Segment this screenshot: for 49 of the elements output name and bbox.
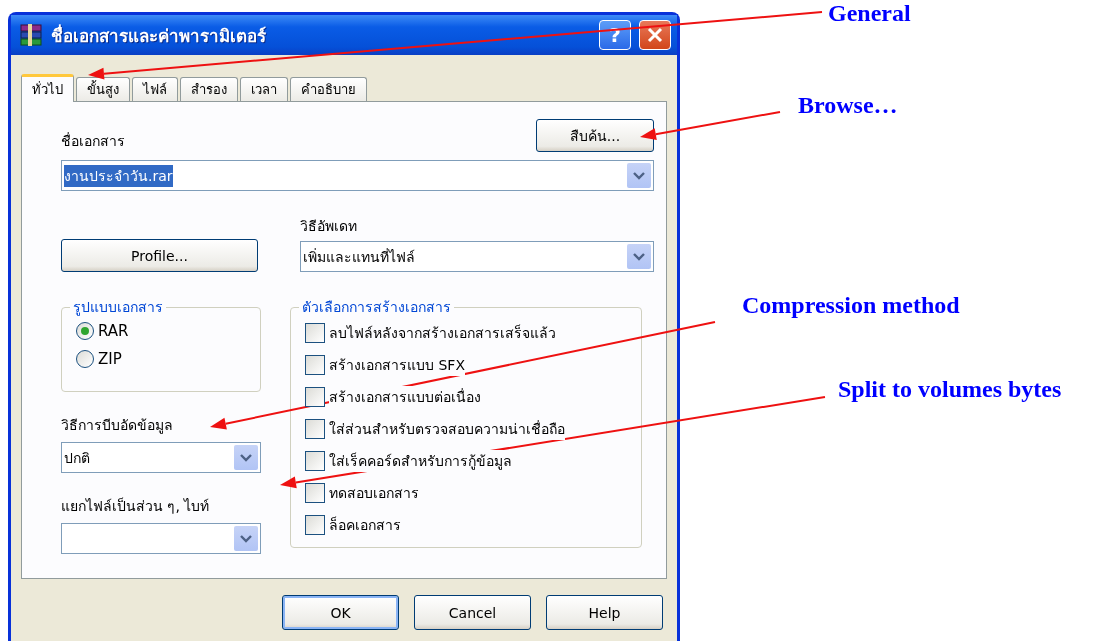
dropdown-field[interactable]: ปกติ [61,442,261,473]
close-button[interactable] [639,20,671,50]
checkbox[interactable] [305,323,325,343]
field-label: แยกไฟล์เป็นส่วน ๆ, ไบท์ [61,496,211,516]
chevron-down-icon [240,534,252,543]
radio-button[interactable] [76,322,94,340]
books-icon [19,23,43,47]
chevron-down-icon [240,453,252,462]
checkbox[interactable] [305,451,325,471]
field-label: ชื่อเอกสาร [61,131,125,151]
checkbox[interactable] [305,355,325,375]
window-title: ชื่อเอกสารและค่าพารามิเตอร์ [51,23,267,48]
dropdown-field[interactable] [61,523,261,554]
checkbox[interactable] [305,387,325,407]
tab[interactable]: ทั่วไป [21,74,74,102]
profile-button[interactable]: Profile... [61,239,258,272]
dropdown-button[interactable] [234,526,258,551]
dialog-button[interactable]: Cancel [414,595,531,630]
tab[interactable]: สำรอง [180,77,238,101]
chevron-down-icon [633,171,645,180]
tab[interactable]: คำอธิบาย [290,77,367,101]
field-value: งานประจำวัน.rar [64,164,173,187]
chevron-down-icon [633,252,645,261]
field-label: วิธีอัพเดท [300,217,358,236]
dropdown-button[interactable] [234,445,258,470]
annotation-label: General [828,0,911,27]
tab[interactable]: เวลา [240,77,288,101]
group-title: รูปแบบเอกสาร [72,298,164,318]
checkbox[interactable] [305,483,325,503]
annotation-label: Browse… [798,92,898,119]
annotation-label: Split to volumes bytes [838,376,1062,403]
dialog-button[interactable]: OK [282,595,399,630]
dropdown-button[interactable] [627,163,651,188]
checkbox[interactable] [305,515,325,535]
group-title: ตัวเลือกการสร้างเอกสาร [301,298,452,317]
dropdown-field[interactable]: เพิ่มและแทนที่ไฟล์ [300,241,654,272]
tab[interactable]: ขั้นสูง [76,77,130,101]
radio-button[interactable] [76,350,94,368]
dropdown-field[interactable]: งานประจำวัน.rar [61,160,654,191]
dialog-button[interactable]: Help [546,595,663,630]
tab[interactable]: ไฟล์ [132,77,178,101]
browse-button[interactable]: สืบค้น... [536,119,654,152]
option-label: ใส่ส่วนสำหรับตรวจสอบความน่าเชื่อถือ [329,418,565,440]
dropdown-button[interactable] [627,244,651,269]
field-label: วิธีการบีบอัดข้อมูล [61,416,174,436]
checkbox[interactable] [305,419,325,439]
annotation-label: Compression method [742,292,960,319]
close-icon [646,26,664,44]
option-label: ใส่เร็คคอร์ดสำหรับการกู้ข้อมูล [329,450,512,472]
